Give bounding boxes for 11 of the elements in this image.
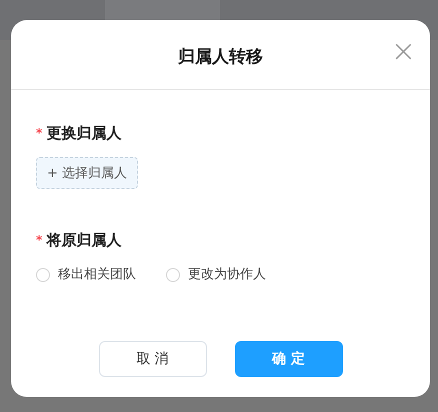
cancel-button[interactable]: 取 消 bbox=[98, 341, 206, 377]
radio-circle[interactable] bbox=[36, 268, 50, 282]
radio-circle[interactable] bbox=[166, 268, 180, 282]
radio-option[interactable]: 更改为协作人 bbox=[166, 265, 266, 284]
required-mark: * bbox=[36, 125, 42, 142]
select-owner-button[interactable]: + 选择归属人 bbox=[36, 156, 138, 188]
required-mark: * bbox=[36, 232, 42, 249]
radio-option[interactable]: 移出相关团队 bbox=[36, 265, 136, 284]
field-label: 将原归属人 bbox=[46, 230, 122, 250]
field-label: 更换归属人 bbox=[46, 123, 122, 144]
dialog-title: 归属人转移 bbox=[178, 46, 263, 69]
